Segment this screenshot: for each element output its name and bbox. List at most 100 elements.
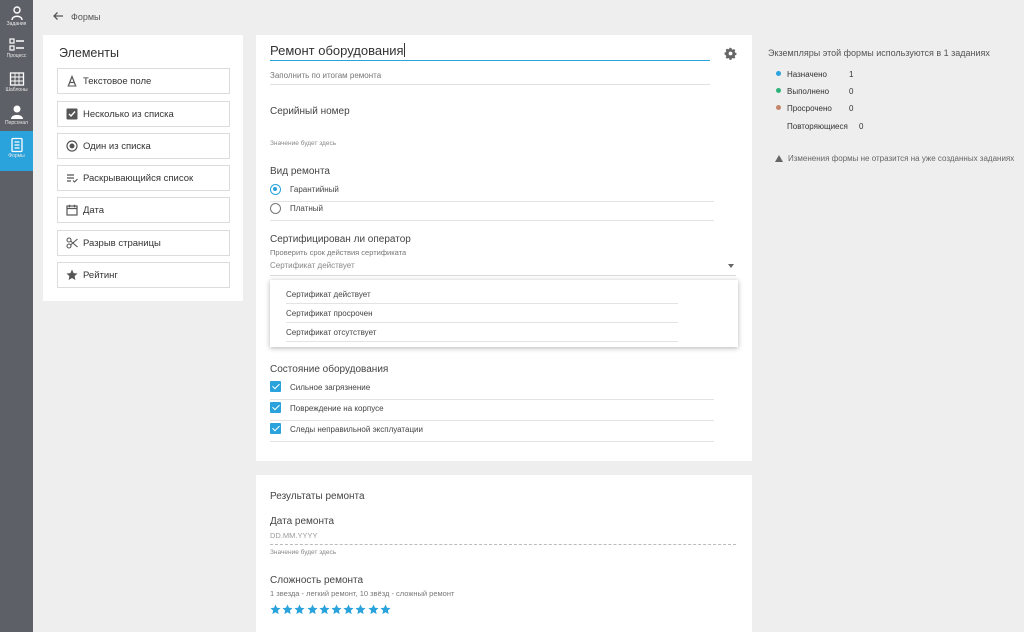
condition-option[interactable]: Повреждение на корпусе [270,402,714,421]
rating-star-icon[interactable] [367,604,379,615]
checkbox-checked[interactable] [270,381,281,392]
rating-stars[interactable] [270,604,392,617]
status-dot [776,123,781,128]
certified-select[interactable]: Сертификат действует [270,261,736,276]
nav-item-templates[interactable]: Шаблоны [0,68,33,100]
serial-hint: Значение будет здесь [270,140,337,147]
element-label: Текстовое поле [83,76,152,87]
stat-name: Просрочено [787,104,832,113]
stat-done: Выполнено 0 [776,87,853,96]
section-title: Результаты ремонта [270,491,365,502]
option-label: Повреждение на корпусе [290,404,384,413]
date-input[interactable]: DD.MM.YYYY [270,531,736,545]
element-rating[interactable]: Рейтинг [57,262,230,288]
back-arrow-icon[interactable] [52,10,64,22]
scissors-icon [66,237,78,249]
breadcrumb: Формы [71,12,101,22]
text-cursor [403,43,405,57]
element-label: Несколько из списка [83,109,174,120]
checkbox-icon [66,108,78,120]
element-single-choice[interactable]: Один из списка [57,133,230,159]
warning-text: Изменения формы не отразится на уже созд… [788,154,1015,163]
element-label: Раскрывающийся список [83,173,194,184]
rating-star-icon[interactable] [282,604,293,615]
header: Формы [33,0,1024,34]
certified-sublabel: Проверить срок действия сертификата [270,248,407,257]
repair-type-label: Вид ремонта [270,166,330,177]
difficulty-label: Сложность ремонта [270,575,364,586]
option-label: Следы неправильной эксплуатации [290,425,423,434]
text-field-icon [67,75,77,87]
nav-item-tasks[interactable]: Задания [0,2,33,34]
form-title-input[interactable]: Ремонт оборудования [270,43,710,61]
condition-option[interactable]: Следы неправильной эксплуатации [270,423,714,442]
gear-icon[interactable] [724,47,737,60]
status-dot [776,71,781,76]
calendar-icon [66,204,78,216]
rating-star-icon[interactable] [319,604,330,615]
elements-title: Элементы [59,46,119,60]
warning-note: Изменения формы не отразится на уже созд… [775,154,1014,163]
element-dropdown-list[interactable]: Раскрывающийся список [57,165,230,191]
condition-option[interactable]: Сильное загрязнение [270,381,714,400]
element-date[interactable]: Дата [57,197,230,223]
element-label: Разрыв страницы [83,238,161,249]
status-dot [776,105,781,110]
nav-item-process[interactable]: Процесс [0,34,33,66]
element-label: Рейтинг [83,270,118,281]
checkbox-checked[interactable] [270,423,281,434]
rating-star-icon[interactable] [331,604,342,615]
nav-label: Формы [8,153,25,159]
rating-star-icon[interactable] [294,604,305,615]
nav-item-forms[interactable]: Формы [0,131,33,171]
form-description-input[interactable]: Заполнить по итогам ремонта [270,71,710,85]
status-dot [776,88,781,93]
radio-selected[interactable] [270,184,281,195]
option-label: Сильное загрязнение [290,383,371,392]
repair-type-option[interactable]: Платный [270,202,714,221]
dropdown-list-icon [67,174,78,183]
rating-star-icon[interactable] [343,604,354,615]
dropdown-arrow-icon [728,264,734,268]
stat-recurring: Повторяющиеся 0 [776,122,863,131]
date-placeholder: DD.MM.YYYY [270,531,318,540]
checkbox-checked[interactable] [270,402,281,413]
nav-label: Персонал [5,120,28,126]
date-label: Дата ремонта [270,516,335,527]
radio-icon [66,140,78,152]
warning-icon [775,155,783,162]
staff-icon [10,105,23,119]
dropdown-option[interactable]: Сертификат просрочен [286,304,678,323]
rating-star-icon[interactable] [355,604,366,615]
form-page-2: Результаты ремонта Дата ремонта DD.MM.YY… [256,475,752,632]
elements-panel: Элементы Текстовое поле Несколько из спи… [43,35,243,301]
option-label: Платный [290,204,323,213]
element-text-field[interactable]: Текстовое поле [57,68,230,94]
date-hint: Значение будет здесь [270,549,337,556]
difficulty-sublabel: 1 звезда - легкий ремонт, 10 звёзд - сло… [270,589,455,598]
left-nav: Задания Процесс Шаблоны Персонал Формы [0,0,33,632]
stat-name: Назначено [787,70,827,79]
stat-name: Повторяющиеся [787,122,848,131]
forms-icon [10,137,23,153]
element-multi-choice[interactable]: Несколько из списка [57,101,230,127]
stat-value: 0 [849,87,854,96]
rating-star-icon[interactable] [380,604,391,615]
element-page-break[interactable]: Разрыв страницы [57,230,230,256]
repair-type-option[interactable]: Гарантийный [270,183,714,202]
templates-icon [9,72,24,86]
dropdown-option[interactable]: Сертификат действует [286,285,678,304]
option-label: Гарантийный [290,185,339,194]
process-icon [8,38,24,51]
stat-name: Выполнено [787,87,830,96]
radio-unselected[interactable] [270,203,281,214]
rating-star-icon[interactable] [270,604,281,615]
nav-item-staff[interactable]: Персонал [0,101,33,133]
certified-dropdown-menu: Сертификат действует Сертификат просроче… [270,280,738,347]
certified-label: Сертифицирован ли оператор [270,234,411,245]
nav-label: Шаблоны [5,87,28,93]
star-icon [66,269,78,280]
dropdown-option[interactable]: Сертификат отсутствует [286,323,678,342]
rating-star-icon[interactable] [307,604,318,615]
condition-label: Состояние оборудования [270,364,389,375]
